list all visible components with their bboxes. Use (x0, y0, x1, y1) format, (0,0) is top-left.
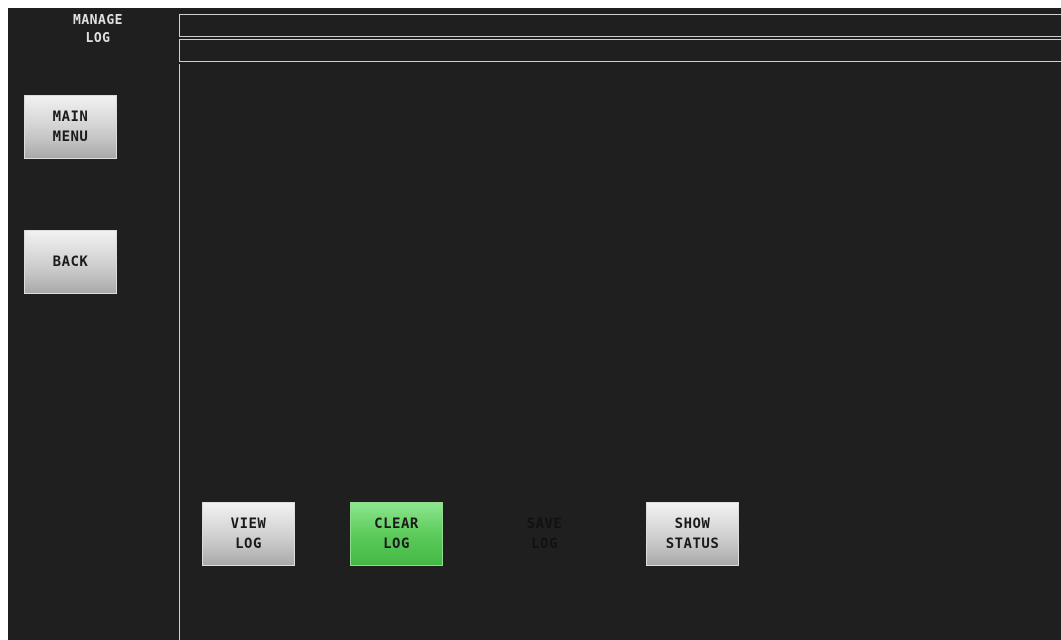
back-button-label: BACK (52, 254, 89, 270)
clear-log-button[interactable]: CLEAR LOG (350, 502, 443, 566)
status-field-2 (179, 39, 1061, 62)
back-button[interactable]: BACK (24, 230, 117, 294)
show-status-button-line-2: STATUS (665, 536, 720, 552)
screen-title-line-1: MANAGE (73, 13, 123, 28)
view-log-button[interactable]: VIEW LOG (202, 502, 295, 566)
main-menu-button-line-2: MENU (52, 129, 89, 145)
main-menu-button[interactable]: MAIN MENU (24, 95, 117, 159)
show-status-button[interactable]: SHOW STATUS (646, 502, 739, 566)
save-log-button: SAVE LOG (498, 502, 591, 566)
manage-log-screen: MANAGE LOG MAIN MENU BACK VIEW LOG CLEAR… (8, 8, 1061, 640)
clear-log-button-line-2: LOG (383, 536, 410, 552)
clear-log-button-line-1: CLEAR (374, 516, 419, 532)
screen-title-line-2: LOG (85, 31, 111, 46)
view-log-button-line-2: LOG (235, 536, 262, 552)
save-log-button-line-1: SAVE (526, 516, 563, 532)
screen-title: MANAGE LOG (48, 12, 148, 48)
save-log-button-line-2: LOG (531, 536, 558, 552)
log-panel (179, 64, 1061, 640)
status-field-1 (179, 14, 1061, 37)
show-status-button-line-1: SHOW (674, 516, 711, 532)
main-menu-button-line-1: MAIN (52, 109, 89, 125)
view-log-button-line-1: VIEW (230, 516, 267, 532)
